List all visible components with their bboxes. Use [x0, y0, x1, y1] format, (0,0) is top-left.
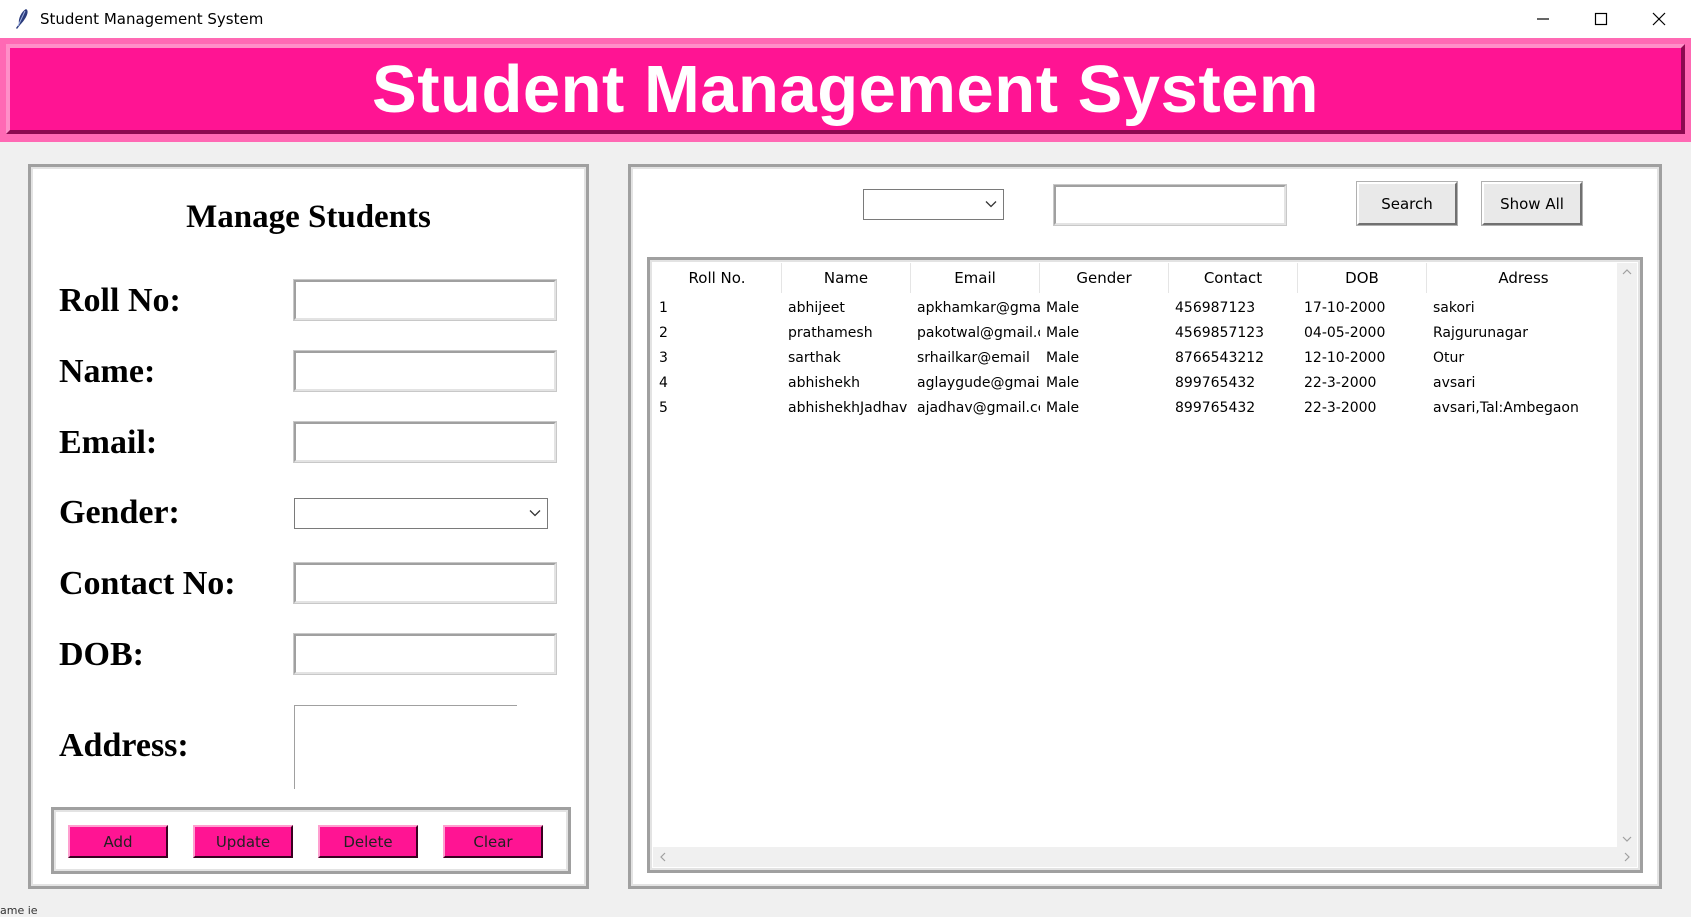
table-row[interactable]: 2 prathamesh pakotwal@gmail.c Male 45698…: [653, 320, 1620, 345]
cell-address: sakori: [1433, 299, 1475, 316]
student-table-frame: Roll No. Name Email Gender Contact DOB A…: [647, 257, 1643, 873]
dob-label: DOB:: [59, 636, 144, 673]
cell-email: aglaygude@gmail: [917, 374, 1040, 391]
name-input[interactable]: [293, 350, 557, 392]
gender-select[interactable]: [294, 498, 548, 529]
cell-gender: Male: [1046, 399, 1080, 416]
header-frame: Student Management System: [6, 44, 1685, 134]
page-title: Student Management System: [372, 51, 1319, 127]
cell-roll: 5: [659, 399, 668, 416]
minimize-button[interactable]: [1514, 0, 1572, 38]
column-header-roll-no[interactable]: Roll No.: [653, 263, 782, 293]
cell-email: srhailkar@email: [917, 349, 1030, 366]
cell-address: Rajgurunagar: [1433, 324, 1528, 341]
minimize-icon: [1537, 18, 1549, 20]
delete-button[interactable]: Delete: [318, 825, 418, 858]
cell-address: Otur: [1433, 349, 1465, 366]
cell-dob: 04-05-2000: [1304, 324, 1386, 341]
cell-dob: 22-3-2000: [1304, 374, 1377, 391]
column-header-name[interactable]: Name: [782, 263, 911, 293]
vertical-scrollbar[interactable]: [1617, 263, 1637, 848]
feather-icon: [16, 9, 28, 29]
column-header-contact[interactable]: Contact: [1169, 263, 1298, 293]
cell-address: avsari,Tal:Ambegaon: [1433, 399, 1579, 416]
cell-dob: 12-10-2000: [1304, 349, 1386, 366]
maximize-button[interactable]: [1572, 0, 1630, 38]
maximize-icon: [1594, 12, 1608, 26]
table-row[interactable]: 4 abhishekh aglaygude@gmail Male 8997654…: [653, 370, 1620, 395]
window-title: Student Management System: [40, 10, 264, 28]
cell-dob: 22-3-2000: [1304, 399, 1377, 416]
cell-dob: 17-10-2000: [1304, 299, 1386, 316]
update-button[interactable]: Update: [193, 825, 293, 858]
show-all-button[interactable]: Show All: [1481, 181, 1583, 226]
table-body: 1 abhijeet apkhamkar@gma Male 456987123 …: [653, 295, 1620, 420]
cell-name: sarthak: [788, 349, 841, 366]
gender-label: Gender:: [59, 494, 180, 531]
close-icon: [1652, 12, 1666, 26]
cell-name: abhishekh: [788, 374, 860, 391]
table-row[interactable]: 1 abhijeet apkhamkar@gma Male 456987123 …: [653, 295, 1620, 320]
scrollbar-corner: [1617, 847, 1637, 867]
email-input[interactable]: [293, 421, 557, 463]
contact-no-input[interactable]: [293, 562, 557, 604]
scroll-right-icon[interactable]: [1623, 852, 1631, 862]
horizontal-scrollbar[interactable]: [653, 847, 1620, 867]
cell-email: ajadhav@gmail.cc: [917, 399, 1040, 416]
header-banner: Student Management System: [0, 38, 1691, 142]
column-header-address[interactable]: Adress: [1427, 263, 1620, 293]
scroll-down-icon[interactable]: [1622, 835, 1632, 843]
column-header-dob[interactable]: DOB: [1298, 263, 1427, 293]
student-table[interactable]: Roll No. Name Email Gender Contact DOB A…: [653, 263, 1620, 848]
cell-email: apkhamkar@gma: [917, 299, 1040, 316]
chevron-down-icon: [985, 201, 997, 208]
scroll-left-icon[interactable]: [659, 852, 667, 862]
cell-name: abhishekhJadhav: [788, 399, 908, 416]
chevron-down-icon: [529, 510, 541, 517]
action-button-frame: Add Update Delete Clear: [51, 807, 571, 874]
close-button[interactable]: [1630, 0, 1688, 38]
roll-no-input[interactable]: [293, 279, 557, 321]
cell-roll: 3: [659, 349, 668, 366]
scroll-up-icon[interactable]: [1622, 268, 1632, 276]
cutoff-text: ame ie: [0, 904, 38, 917]
add-button[interactable]: Add: [68, 825, 168, 858]
search-input[interactable]: [1053, 184, 1287, 226]
cell-contact: 456987123: [1175, 299, 1256, 316]
roll-no-label: Roll No:: [59, 282, 181, 319]
column-header-gender[interactable]: Gender: [1040, 263, 1169, 293]
cell-address: avsari: [1433, 374, 1476, 391]
cell-gender: Male: [1046, 324, 1080, 341]
cell-roll: 1: [659, 299, 668, 316]
search-by-select[interactable]: [863, 189, 1004, 220]
address-textarea[interactable]: [294, 705, 517, 789]
cell-email: pakotwal@gmail.c: [917, 324, 1040, 341]
clear-button[interactable]: Clear: [443, 825, 543, 858]
contact-no-label: Contact No:: [59, 565, 236, 602]
cell-contact: 899765432: [1175, 374, 1256, 391]
cell-name: prathamesh: [788, 324, 873, 341]
column-header-email[interactable]: Email: [911, 263, 1040, 293]
cell-roll: 2: [659, 324, 668, 341]
cell-gender: Male: [1046, 299, 1080, 316]
search-button[interactable]: Search: [1356, 181, 1458, 226]
cell-gender: Male: [1046, 349, 1080, 366]
cell-name: abhijeet: [788, 299, 845, 316]
manage-students-title: Manage Students: [186, 199, 431, 235]
cell-contact: 8766543212: [1175, 349, 1265, 366]
window-titlebar: Student Management System: [0, 0, 1691, 38]
student-details-panel: Search Show All Roll No. Name Email Gend…: [628, 164, 1662, 889]
table-row[interactable]: 3 sarthak srhailkar@email Male 876654321…: [653, 345, 1620, 370]
cell-contact: 899765432: [1175, 399, 1256, 416]
cell-gender: Male: [1046, 374, 1080, 391]
table-row[interactable]: 5 abhishekhJadhav ajadhav@gmail.cc Male …: [653, 395, 1620, 420]
manage-students-panel: Manage Students Roll No: Name: Email: Ge…: [28, 164, 589, 889]
cell-contact: 4569857123: [1175, 324, 1265, 341]
address-label: Address:: [59, 727, 189, 764]
email-label: Email:: [59, 424, 158, 461]
cell-roll: 4: [659, 374, 668, 391]
name-label: Name:: [59, 353, 156, 390]
table-header: Roll No. Name Email Gender Contact DOB A…: [653, 263, 1620, 293]
dob-input[interactable]: [293, 633, 557, 675]
